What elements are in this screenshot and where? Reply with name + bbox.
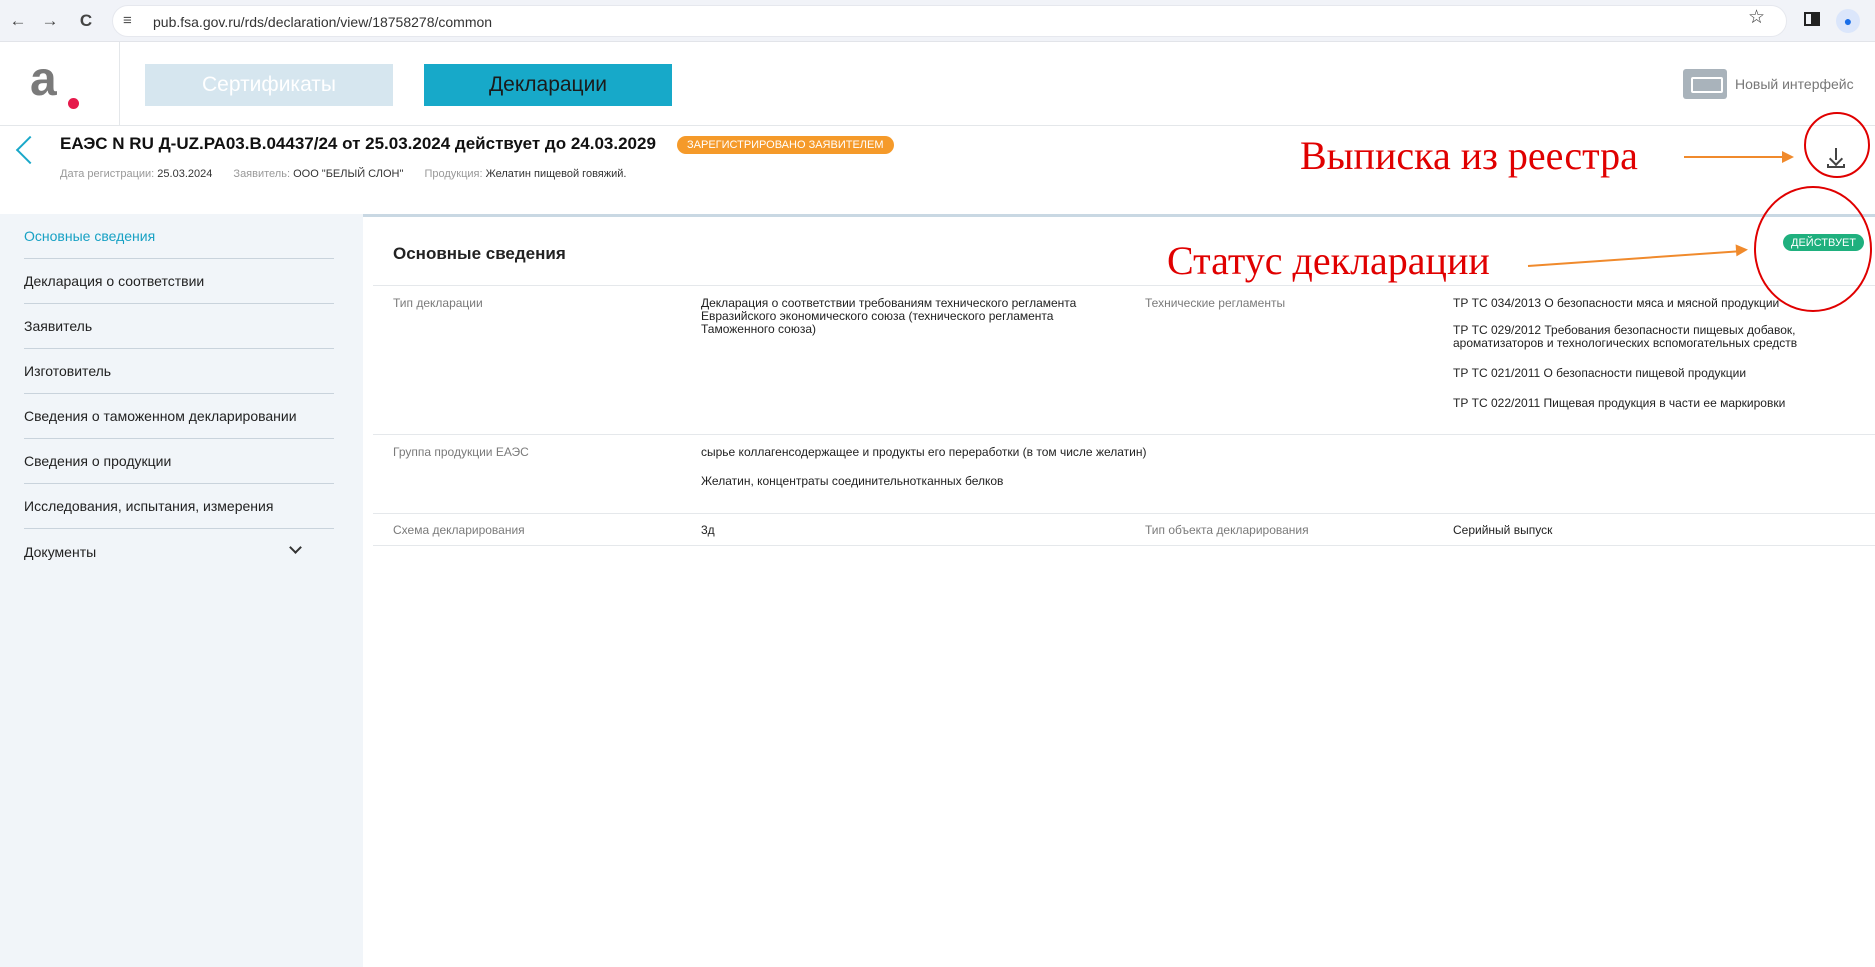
- main-panel: Основные сведения ДЕЙСТВУЕТ Тип декларац…: [363, 214, 1875, 967]
- bookmark-star-icon[interactable]: ☆: [1748, 6, 1765, 29]
- group-label: Группа продукции ЕАЭС: [393, 445, 529, 459]
- meta-label: Дата регистрации:: [60, 168, 155, 180]
- sidebar-item-research[interactable]: Исследования, испытания, измерения: [24, 484, 334, 529]
- logo-dot: [68, 98, 79, 109]
- forward-icon[interactable]: →: [38, 9, 62, 33]
- regulation-item: ТР ТС 029/2012 Требования безопасности п…: [1453, 323, 1798, 350]
- new-interface-label: Новый интерфейс: [1735, 76, 1854, 92]
- meta-value: Желатин пищевой говяжий.: [485, 168, 627, 180]
- new-interface-button[interactable]: Новый интерфейс: [1683, 69, 1854, 99]
- divider: [373, 545, 1875, 546]
- annotation-status: Статус декларации: [1167, 238, 1490, 283]
- annotation-arrow-extract: [1684, 156, 1784, 158]
- arrowhead-icon: [1782, 151, 1794, 163]
- site-header: а Сертификаты Декларации Новый интерфейс: [0, 42, 1875, 126]
- sidebar-item-applicant[interactable]: Заявитель: [24, 304, 334, 349]
- sidebar-item-main-info[interactable]: Основные сведения: [24, 214, 334, 259]
- scheme-value: 3д: [701, 523, 715, 537]
- divider: [373, 285, 1875, 286]
- annotation-circle-status: [1754, 186, 1872, 312]
- sidebar-item-manufacturer[interactable]: Изготовитель: [24, 349, 334, 394]
- regulation-item: ТР ТС 022/2011 Пищевая продукция в части…: [1453, 396, 1786, 410]
- object-type-value: Серийный выпуск: [1453, 523, 1553, 537]
- scheme-label: Схема декларирования: [393, 523, 525, 537]
- annotation-circle-download: [1804, 112, 1870, 178]
- group-value: Желатин, концентраты соединительнотканны…: [701, 474, 1004, 488]
- site-settings-icon[interactable]: ≡: [123, 12, 132, 29]
- tab-certificates[interactable]: Сертификаты: [145, 64, 393, 106]
- logo[interactable]: а: [0, 42, 120, 126]
- sidebar-item-customs[interactable]: Сведения о таможенном декларировании: [24, 394, 334, 439]
- monitor-icon: [1683, 69, 1727, 99]
- side-panel-icon[interactable]: [1804, 12, 1820, 26]
- divider: [373, 434, 1875, 435]
- meta-value: 25.03.2024: [157, 168, 213, 180]
- reload-icon[interactable]: C: [74, 9, 98, 33]
- sidebar-item-documents[interactable]: Документы: [24, 529, 334, 574]
- sidebar-item-label: Документы: [24, 543, 97, 560]
- declaration-title: ЕАЭС N RU Д-UZ.РА03.В.04437/24 от 25.03.…: [60, 134, 656, 153]
- object-type-label: Тип объекта декларирования: [1145, 523, 1309, 537]
- registration-status-pill: ЗАРЕГИСТРИРОВАНО ЗАЯВИТЕЛЕМ: [677, 136, 894, 154]
- address-bar[interactable]: ≡ pub.fsa.gov.ru/rds/declaration/view/18…: [112, 5, 1787, 37]
- chevron-down-icon: [289, 541, 302, 554]
- browser-toolbar: ← → C ≡ pub.fsa.gov.ru/rds/declaration/v…: [0, 0, 1875, 42]
- annotation-extract: Выписка из реестра: [1300, 133, 1638, 178]
- meta-label: Продукция:: [424, 168, 483, 180]
- regulation-item: ТР ТС 021/2011 О безопасности пищевой пр…: [1453, 366, 1747, 380]
- back-icon[interactable]: ←: [6, 9, 30, 33]
- logo-glyph: а: [30, 53, 57, 106]
- meta-label: Заявитель:: [233, 168, 291, 180]
- sidebar-item-declaration[interactable]: Декларация о соответствии: [24, 259, 334, 304]
- meta-value: ООО "БЕЛЫЙ СЛОН": [293, 168, 404, 180]
- tab-declarations[interactable]: Декларации: [424, 64, 672, 106]
- sidebar-item-product[interactable]: Сведения о продукции: [24, 439, 334, 484]
- declaration-meta: Дата регистрации: 25.03.2024 Заявитель: …: [60, 168, 644, 180]
- back-arrow-icon[interactable]: [15, 135, 45, 165]
- url-text[interactable]: pub.fsa.gov.ru/rds/declaration/view/1875…: [153, 14, 492, 30]
- section-title: Основные сведения: [393, 244, 566, 263]
- regs-label: Технические регламенты: [1145, 296, 1286, 310]
- type-label: Тип декларации: [393, 296, 483, 310]
- divider: [373, 513, 1875, 514]
- arrowhead-icon: [1735, 243, 1749, 257]
- profile-avatar-icon[interactable]: ●: [1836, 9, 1860, 33]
- group-value: сырье коллагенсодержащее и продукты его …: [701, 445, 1147, 459]
- type-value: Декларация о соответствии требованиям те…: [701, 296, 1077, 336]
- sidebar: Основные сведения Декларация о соответст…: [0, 214, 363, 967]
